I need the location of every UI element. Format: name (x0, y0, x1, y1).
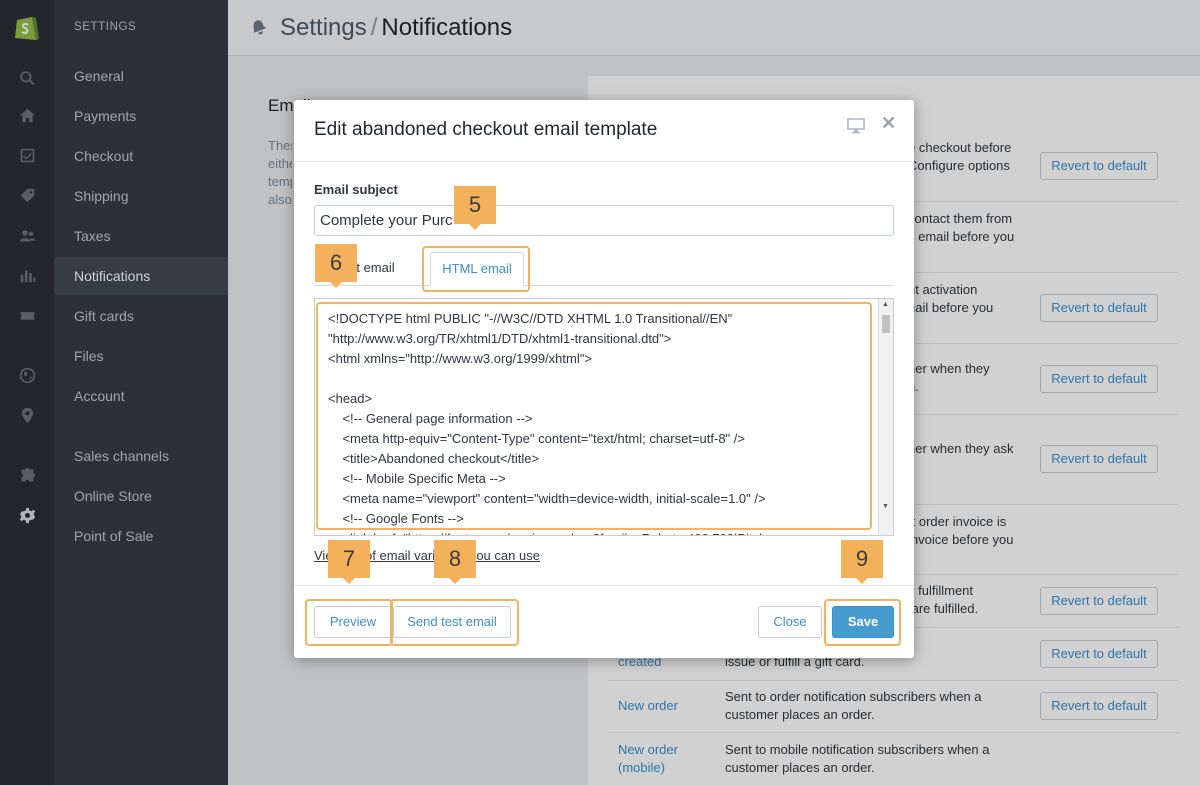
email-subject-label: Email subject (314, 182, 398, 197)
highlight-html-tab (422, 246, 530, 292)
email-subject-input[interactable] (314, 205, 894, 236)
modal-title: Edit abandoned checkout email template (314, 119, 658, 140)
callout-7: 7 (328, 540, 370, 584)
divider (294, 585, 914, 586)
highlight-code-editor (316, 302, 872, 530)
scroll-down-icon[interactable]: ▼ (882, 503, 889, 510)
callout-8: 8 (434, 540, 476, 584)
email-format-tabs: text email HTML email (314, 252, 894, 286)
callout-6: 6 (315, 244, 357, 288)
divider (294, 161, 914, 162)
highlight-save-button (824, 599, 901, 646)
scrollbar[interactable]: ▲ ▼ (878, 299, 893, 535)
callout-5: 5 (454, 186, 496, 230)
callout-9: 9 (841, 540, 883, 584)
scrollbar-thumb[interactable] (882, 315, 890, 333)
scroll-up-icon[interactable]: ▲ (882, 301, 889, 308)
close-button[interactable]: Close (758, 606, 822, 638)
highlight-send-test-button (390, 599, 519, 646)
close-icon[interactable]: ✕ (881, 113, 896, 134)
highlight-preview-button (305, 599, 393, 646)
monitor-icon[interactable] (847, 118, 865, 134)
